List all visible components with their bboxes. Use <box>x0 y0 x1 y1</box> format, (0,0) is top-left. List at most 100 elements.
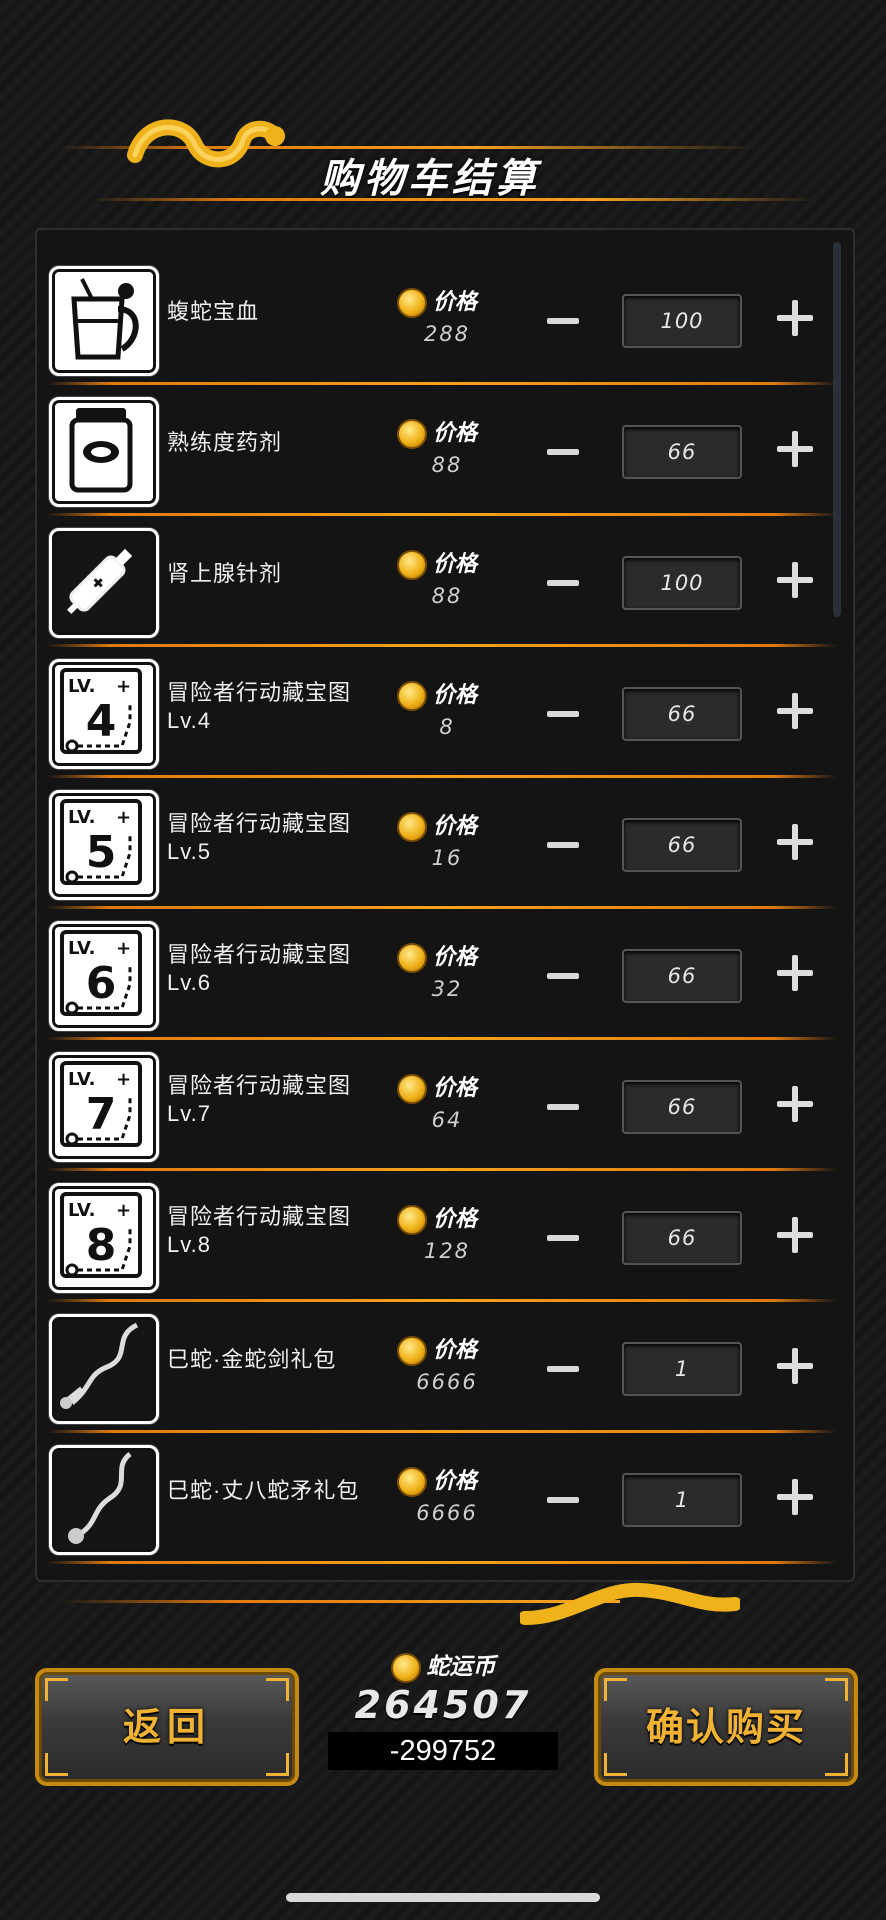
item-price: 288 <box>423 322 471 346</box>
price-label: 价格 <box>397 808 477 842</box>
quantity-field[interactable]: 66 <box>622 949 742 1003</box>
svg-text:LV.: LV. <box>68 938 95 959</box>
increase-quantity-button[interactable] <box>777 691 817 731</box>
increase-quantity-button[interactable] <box>777 298 817 338</box>
decrease-quantity-button[interactable] <box>537 1211 589 1263</box>
increase-quantity-button[interactable] <box>777 1477 817 1517</box>
decrease-quantity-button[interactable] <box>537 949 589 1001</box>
item-name-line1: 巳蛇·金蛇剑礼包 <box>167 1347 337 1372</box>
price-label-text: 价格 <box>433 1076 478 1101</box>
item-name-line1: 蝮蛇宝血 <box>167 299 260 324</box>
cart-row: 熟练度药剂 价格 88 66 <box>47 385 837 516</box>
coin-icon <box>397 1205 427 1235</box>
price-label-text: 价格 <box>433 1207 478 1232</box>
decrease-quantity-button[interactable] <box>537 1080 589 1132</box>
potion-jar-icon[interactable] <box>49 397 159 507</box>
quantity-field[interactable]: 66 <box>622 818 742 872</box>
decrease-quantity-button[interactable] <box>537 294 589 346</box>
treasure-map-icon[interactable]: LV. +6 <box>49 921 159 1031</box>
minus-icon <box>547 1104 579 1110</box>
item-name: 冒险者行动藏宝图 Lv.5 <box>167 810 351 866</box>
item-name-line1: 熟练度药剂 <box>167 430 283 455</box>
map-level-number: 6 <box>86 958 117 1009</box>
treasure-map-icon[interactable]: LV. +8 <box>49 1183 159 1293</box>
price-label-text: 价格 <box>433 1338 478 1363</box>
svg-text:LV.: LV. <box>68 807 95 828</box>
increase-quantity-button[interactable] <box>777 953 817 993</box>
golden-snake-icon <box>127 119 285 168</box>
item-price: 16 <box>431 846 463 870</box>
map-level-number: 8 <box>86 1220 117 1271</box>
treasure-map-icon[interactable]: LV. +4 <box>49 659 159 769</box>
svg-text:LV.: LV. <box>68 1069 95 1090</box>
map-level-number: 5 <box>86 827 117 878</box>
quantity-field[interactable]: 66 <box>622 1211 742 1265</box>
treasure-map-icon[interactable]: LV. +7 <box>49 1052 159 1162</box>
quantity-field[interactable]: 100 <box>622 294 742 348</box>
minus-icon <box>547 580 579 586</box>
increase-quantity-button[interactable] <box>777 429 817 469</box>
currency-label-row: 蛇运币 <box>320 1652 566 1683</box>
minus-icon <box>547 973 579 979</box>
map-level-number: 4 <box>86 696 117 747</box>
minus-icon <box>547 449 579 455</box>
quantity-field[interactable]: 1 <box>622 1342 742 1396</box>
coin-icon <box>397 550 427 580</box>
coin-icon <box>397 288 427 318</box>
quantity-field[interactable]: 66 <box>622 425 742 479</box>
decrease-quantity-button[interactable] <box>537 818 589 870</box>
snake-sword-icon[interactable] <box>49 1314 159 1424</box>
item-name: 熟练度药剂 <box>167 429 282 457</box>
quantity-field[interactable]: 1 <box>622 1473 742 1527</box>
decrease-quantity-button[interactable] <box>537 687 589 739</box>
increase-quantity-button[interactable] <box>777 822 817 862</box>
minus-icon <box>547 1235 579 1241</box>
increase-quantity-button[interactable] <box>777 1084 817 1124</box>
decrease-quantity-button[interactable] <box>537 1342 589 1394</box>
back-button-label: 返回 <box>122 1705 211 1749</box>
minus-icon <box>547 711 579 717</box>
coin-icon <box>397 1467 427 1497</box>
item-name-line1: 巳蛇·丈八蛇矛礼包 <box>167 1478 360 1503</box>
price-label-text: 价格 <box>433 1469 478 1494</box>
item-price: 6666 <box>416 1501 478 1525</box>
decrease-quantity-button[interactable] <box>537 425 589 477</box>
item-name: 巳蛇·金蛇剑礼包 <box>167 1346 336 1374</box>
item-name-line1: 冒险者行动藏宝图 <box>167 1204 352 1229</box>
item-name: 冒险者行动藏宝图 Lv.7 <box>167 1072 351 1128</box>
item-name: 冒险者行动藏宝图 Lv.8 <box>167 1203 351 1259</box>
cart-row: LV. +7 冒险者行动藏宝图 Lv.7 价格 64 66 <box>47 1040 837 1171</box>
coin-icon <box>390 1652 421 1683</box>
currency-delta: -299752 <box>328 1732 558 1770</box>
decrease-quantity-button[interactable] <box>537 556 589 608</box>
decrease-quantity-button[interactable] <box>537 1473 589 1525</box>
item-name: 蝮蛇宝血 <box>167 298 259 326</box>
coin-icon <box>397 1336 427 1366</box>
price-label: 价格 <box>397 284 477 318</box>
header: 购物车结算 <box>0 100 886 210</box>
item-name: 巳蛇·丈八蛇矛礼包 <box>167 1477 359 1505</box>
price-label: 价格 <box>397 1070 477 1104</box>
syringe-icon[interactable] <box>49 528 159 638</box>
quantity-field[interactable]: 66 <box>622 1080 742 1134</box>
coin-icon <box>397 812 427 842</box>
increase-quantity-button[interactable] <box>777 1346 817 1386</box>
item-price: 32 <box>431 977 463 1001</box>
quantity-field[interactable]: 66 <box>622 687 742 741</box>
svg-text:LV.: LV. <box>68 1200 95 1221</box>
increase-quantity-button[interactable] <box>777 1215 817 1255</box>
confirm-purchase-button[interactable]: 确认购买 <box>594 1668 858 1786</box>
quantity-field[interactable]: 100 <box>622 556 742 610</box>
treasure-map-icon[interactable]: LV. +5 <box>49 790 159 900</box>
price-label: 价格 <box>397 677 477 711</box>
snake-blood-cup-icon[interactable] <box>49 266 159 376</box>
price-label-text: 价格 <box>433 552 478 577</box>
cart-list-panel[interactable]: 蝮蛇宝血 价格 288 100 熟练度药剂 价格 88 66 肾上腺针剂 价格 88 100 LV. +4… <box>35 228 855 1582</box>
home-indicator[interactable] <box>286 1893 600 1902</box>
back-button[interactable]: 返回 <box>35 1668 299 1786</box>
increase-quantity-button[interactable] <box>777 560 817 600</box>
snake-spear-icon[interactable] <box>49 1445 159 1555</box>
price-label: 价格 <box>397 1201 477 1235</box>
price-label-text: 价格 <box>433 814 478 839</box>
price-label: 价格 <box>397 1332 477 1366</box>
